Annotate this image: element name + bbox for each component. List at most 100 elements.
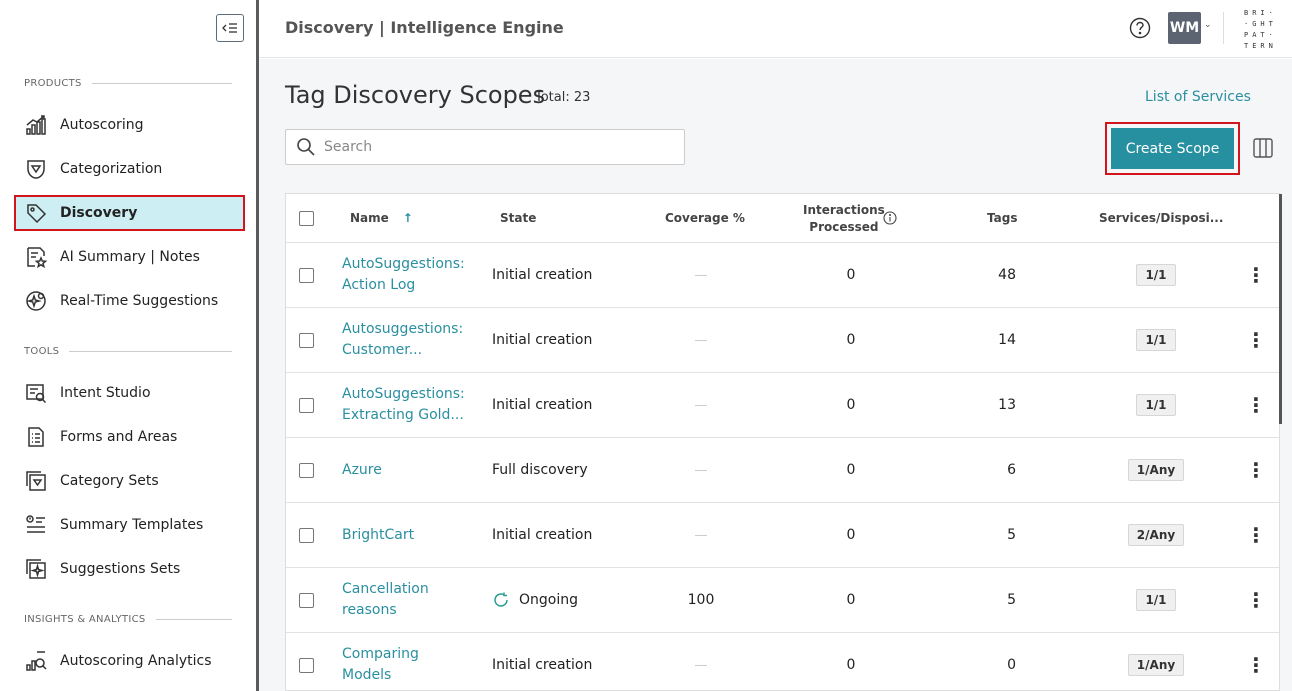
table-row[interactable]: BrightCart Initial creation 0 5 2/Any ⋮ xyxy=(286,503,1279,568)
row-checkbox[interactable] xyxy=(299,592,314,608)
sidebar-item-label: Suggestions Sets xyxy=(60,561,181,577)
sidebar-item-forms-and-areas[interactable]: Forms and Areas xyxy=(14,419,245,455)
sidebar-item-intent-studio[interactable]: Intent Studio xyxy=(14,375,245,411)
state-cell: Initial creation xyxy=(492,308,592,372)
search-icon xyxy=(297,138,315,156)
column-header-services[interactable]: Services/Disposi... xyxy=(1099,194,1223,242)
suggestions-sets-icon xyxy=(24,557,48,581)
services-badge[interactable]: 1/Any xyxy=(1127,459,1185,481)
columns-icon[interactable] xyxy=(1252,137,1274,159)
column-header-tags[interactable]: Tags xyxy=(987,194,1017,242)
name-cell: Autosuggestions: Customer... xyxy=(342,308,482,372)
table-row[interactable]: Autosuggestions: Customer... Initial creat… xyxy=(286,308,1279,373)
list-of-services-link[interactable]: List of Services xyxy=(1145,89,1251,105)
row-checkbox[interactable] xyxy=(299,397,314,413)
scope-name-link[interactable]: Azure xyxy=(342,460,382,481)
tags-cell: 13 xyxy=(966,373,1016,437)
sidebar-item-discovery[interactable]: Discovery xyxy=(14,195,245,231)
page-header-title: Discovery | Intelligence Engine xyxy=(285,18,564,37)
column-header-name[interactable]: Name ↑ xyxy=(350,194,413,242)
sidebar-item-autoscoring-analytics[interactable]: Autoscoring Analytics xyxy=(14,643,245,679)
services-cell: 2/Any xyxy=(1106,503,1206,567)
interactions-cell: 0 xyxy=(806,308,896,372)
table-row[interactable]: Cancellation reasons Ongoing 100 0 5 1/1 ⋮ xyxy=(286,568,1279,633)
more-vertical-icon[interactable]: ⋮ xyxy=(1246,525,1266,545)
column-header-state[interactable]: State xyxy=(500,194,536,242)
create-scope-highlight: Create Scope xyxy=(1105,122,1240,175)
row-checkbox[interactable] xyxy=(299,657,314,673)
services-badge[interactable]: 1/1 xyxy=(1136,329,1176,351)
ai-summary-icon xyxy=(24,245,48,269)
avatar[interactable]: WM xyxy=(1168,12,1201,44)
suggestions-icon xyxy=(24,289,48,313)
more-vertical-icon[interactable]: ⋮ xyxy=(1246,395,1266,415)
more-vertical-icon[interactable]: ⋮ xyxy=(1246,460,1266,480)
services-cell: 1/1 xyxy=(1106,243,1206,307)
scope-name-link[interactable]: BrightCart xyxy=(342,525,414,546)
row-checkbox[interactable] xyxy=(299,267,314,283)
services-badge[interactable]: 1/1 xyxy=(1136,264,1176,286)
select-all-checkbox[interactable] xyxy=(299,210,314,226)
sidebar-item-categorization[interactable]: Categorization xyxy=(14,151,245,187)
analytics-icon xyxy=(24,649,48,673)
services-badge[interactable]: 1/1 xyxy=(1136,589,1176,611)
tags-cell: 14 xyxy=(966,308,1016,372)
row-actions-cell: ⋮ xyxy=(1246,568,1266,632)
header-separator xyxy=(1223,12,1224,44)
services-badge[interactable]: 2/Any xyxy=(1127,524,1185,546)
column-label: State xyxy=(500,211,537,225)
coverage-cell xyxy=(656,373,746,437)
scope-name-link[interactable]: AutoSuggestions: Extracting Gold... xyxy=(342,384,465,426)
sidebar-item-label: Intent Studio xyxy=(60,385,151,401)
scope-name-link[interactable]: Cancellation reasons xyxy=(342,579,429,621)
total-count: Total: 23 xyxy=(535,90,591,105)
row-actions-cell: ⋮ xyxy=(1246,373,1266,437)
more-vertical-icon[interactable]: ⋮ xyxy=(1246,590,1266,610)
row-select-cell xyxy=(299,633,314,691)
row-select-cell xyxy=(299,568,314,632)
sidebar-item-summary-templates[interactable]: Summary Templates xyxy=(14,507,245,543)
name-cell: BrightCart xyxy=(342,503,482,567)
table-row[interactable]: Azure Full discovery 0 6 1/Any ⋮ xyxy=(286,438,1279,503)
tags-cell: 5 xyxy=(966,568,1016,632)
interactions-value: 0 xyxy=(846,592,856,608)
scope-name-line-2: Models xyxy=(342,667,392,683)
sidebar-item-ai-summary[interactable]: AI Summary | Notes xyxy=(14,239,245,275)
table-row[interactable]: Comparing Models Initial creation 0 0 1/Any ⋮ xyxy=(286,633,1279,691)
services-badge[interactable]: 1/Any xyxy=(1127,654,1185,676)
scope-name-link[interactable]: AutoSuggestions: Action Log xyxy=(342,254,465,296)
interactions-value: 0 xyxy=(846,332,856,348)
services-badge[interactable]: 1/1 xyxy=(1136,394,1176,416)
table-row[interactable]: AutoSuggestions: Extracting Gold... Initia… xyxy=(286,373,1279,438)
coverage-value: 100 xyxy=(687,592,715,608)
more-vertical-icon[interactable]: ⋮ xyxy=(1246,330,1266,350)
more-vertical-icon[interactable]: ⋮ xyxy=(1246,265,1266,285)
table-row[interactable]: AutoSuggestions: Action Log Initial creati… xyxy=(286,243,1279,308)
row-checkbox[interactable] xyxy=(299,462,314,478)
sidebar-item-category-sets[interactable]: Category Sets xyxy=(14,463,245,499)
info-icon[interactable] xyxy=(883,211,897,225)
column-header-coverage[interactable]: Coverage % xyxy=(665,194,745,242)
sidebar-item-suggestions-sets[interactable]: Suggestions Sets xyxy=(14,551,245,587)
category-sets-icon xyxy=(24,469,48,493)
row-checkbox[interactable] xyxy=(299,527,314,543)
more-vertical-icon[interactable]: ⋮ xyxy=(1246,655,1266,675)
help-icon[interactable] xyxy=(1129,17,1151,39)
collapse-sidebar-button[interactable] xyxy=(216,14,244,42)
table-scrollbar[interactable] xyxy=(1279,194,1282,424)
chevron-down-icon[interactable]: ⌄ xyxy=(1204,20,1212,30)
sidebar-item-autoscoring[interactable]: Autoscoring xyxy=(14,107,245,143)
scope-name-line-1: Cancellation xyxy=(342,581,429,597)
state-cell: Full discovery xyxy=(492,438,588,502)
services-cell: 1/1 xyxy=(1106,308,1206,372)
row-checkbox[interactable] xyxy=(299,332,314,348)
scope-name-line-2: Customer... xyxy=(342,342,423,358)
state-value: Initial creation xyxy=(492,267,593,283)
state-cell: Initial creation xyxy=(492,243,592,307)
scope-name-link[interactable]: Comparing Models xyxy=(342,644,419,686)
search-input[interactable] xyxy=(324,139,664,155)
scope-name-link[interactable]: Autosuggestions: Customer... xyxy=(342,319,463,361)
column-header-interactions[interactable]: Interactions Processed xyxy=(803,194,885,242)
sidebar-item-real-time-suggestions[interactable]: Real-Time Suggestions xyxy=(14,283,245,319)
create-scope-button[interactable]: Create Scope xyxy=(1111,128,1234,169)
